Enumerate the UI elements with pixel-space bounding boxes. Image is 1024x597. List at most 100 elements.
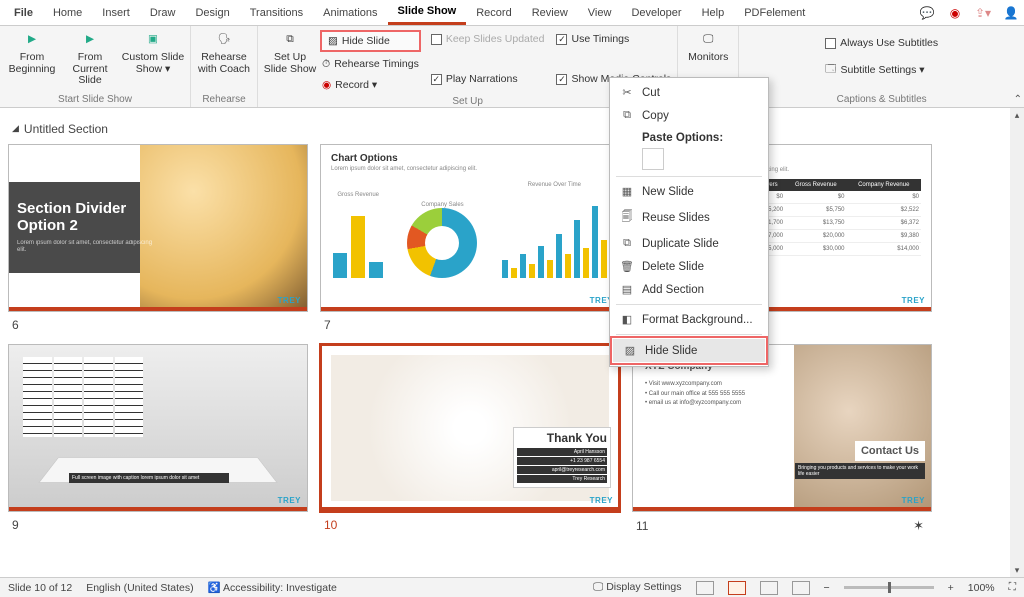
context-copy[interactable]: ⧉Copy: [610, 104, 768, 127]
group-set-up: Set Up: [452, 94, 483, 109]
cut-icon: ✂: [620, 86, 634, 99]
tab-view[interactable]: View: [578, 0, 622, 25]
template-logo: TREY: [902, 496, 925, 505]
format-bg-icon: ◧: [620, 313, 634, 326]
normal-view-button[interactable]: [696, 581, 714, 595]
setup-icon: ⧉: [280, 30, 300, 50]
zoom-out-button[interactable]: −: [824, 582, 830, 594]
slide-thumbnail-6[interactable]: Section Divider Option 2 Lorem ipsum dol…: [8, 144, 308, 312]
vertical-scrollbar[interactable]: ▴ ▾: [1010, 108, 1024, 577]
tab-record[interactable]: Record: [466, 0, 521, 25]
context-delete-slide[interactable]: 🗑Delete Slide: [610, 255, 768, 278]
slide-number: 11✶: [632, 512, 932, 546]
reuse-icon: 🗐: [620, 208, 634, 227]
rehearse-timings-button[interactable]: ⏱ Rehearse Timings: [320, 55, 421, 73]
slide-number: 7: [320, 312, 620, 344]
hide-slide-button[interactable]: ▨ Hide Slide: [320, 30, 421, 52]
group-start-slide-show: Start Slide Show: [58, 92, 132, 107]
keep-slides-updated-checkbox[interactable]: Keep Slides Updated: [429, 30, 547, 48]
hide-slide-icon: ▨: [328, 35, 338, 47]
monitor-icon: 🖵: [698, 30, 718, 50]
slide-thumbnail-11[interactable]: XYZ Company • Visit www.xyzcompany.com •…: [632, 344, 932, 512]
section-header[interactable]: ◢ Untitled Section: [12, 122, 1016, 136]
slide-number: 9: [8, 512, 308, 544]
zoom-in-button[interactable]: +: [948, 582, 954, 594]
template-logo: TREY: [590, 496, 613, 505]
zoom-slider[interactable]: [844, 586, 934, 589]
scroll-down-button[interactable]: ▾: [1010, 563, 1024, 577]
slide-thumbnail-9[interactable]: Full screen image with caption lorem ips…: [8, 344, 308, 512]
record-icon[interactable]: ◉: [946, 4, 964, 22]
coach-icon: 🗣: [214, 30, 234, 50]
slide-thumbnail-7[interactable]: Chart Options Lorem ipsum dolor sit amet…: [320, 144, 620, 312]
fit-to-window-button[interactable]: ⛶: [1009, 581, 1016, 594]
context-menu: ✂Cut ⧉Copy Paste Options: ▦New Slide 🗐Re…: [609, 77, 769, 367]
slideshow-view-button[interactable]: [792, 581, 810, 595]
context-reuse-slides[interactable]: 🗐Reuse Slides: [610, 203, 768, 232]
accessibility-icon: ♿: [208, 582, 221, 594]
checkbox-icon: [825, 38, 836, 49]
context-format-background[interactable]: ◧Format Background...: [610, 308, 768, 331]
display-settings-button[interactable]: 🖵 Display Settings: [593, 581, 681, 594]
slide-sorter-view-button[interactable]: [728, 581, 746, 595]
tab-insert[interactable]: Insert: [92, 0, 140, 25]
tab-draw[interactable]: Draw: [140, 0, 186, 25]
play-icon: ▶: [22, 30, 42, 50]
slide-number: 6: [8, 312, 308, 344]
tab-pdfelement[interactable]: PDFelement: [734, 0, 815, 25]
custom-show-icon: ▣: [143, 30, 163, 50]
tab-developer[interactable]: Developer: [621, 0, 691, 25]
context-new-slide[interactable]: ▦New Slide: [610, 180, 768, 203]
template-logo: TREY: [278, 496, 301, 505]
template-logo: TREY: [902, 296, 925, 305]
custom-slide-show-button[interactable]: ▣ Custom Slide Show ▾: [120, 28, 186, 77]
duplicate-icon: ⧉: [620, 237, 634, 250]
from-current-slide-button[interactable]: ▶ From Current Slide: [62, 28, 118, 89]
scroll-up-button[interactable]: ▴: [1010, 108, 1024, 122]
paste-option-button[interactable]: [642, 148, 664, 170]
group-captions-subtitles: Captions & Subtitles: [837, 92, 927, 107]
subtitle-settings-button[interactable]: 🗔 Subtitle Settings ▾: [823, 61, 940, 79]
checkbox-icon: ✓: [556, 34, 567, 45]
tab-home[interactable]: Home: [43, 0, 92, 25]
checkbox-icon: [431, 34, 442, 45]
rehearse-with-coach-button[interactable]: 🗣 Rehearse with Coach: [195, 28, 253, 77]
tab-design[interactable]: Design: [185, 0, 239, 25]
collapse-icon: ◢: [12, 123, 19, 134]
tab-animations[interactable]: Animations: [313, 0, 387, 25]
zoom-level[interactable]: 100%: [968, 582, 995, 594]
monitors-button[interactable]: 🖵 Monitors: [682, 28, 734, 66]
set-up-slide-show-button[interactable]: ⧉ Set Up Slide Show: [262, 28, 318, 77]
collapse-ribbon-button[interactable]: ⌃: [1014, 94, 1022, 105]
always-use-subtitles-checkbox[interactable]: Always Use Subtitles: [823, 34, 940, 52]
slide-sorter-view: ◢ Untitled Section Section Divider Optio…: [0, 108, 1024, 577]
context-hide-slide[interactable]: ▨Hide Slide: [613, 339, 765, 362]
tab-help[interactable]: Help: [692, 0, 735, 25]
tab-file[interactable]: File: [4, 0, 43, 25]
checkbox-icon: ✓: [431, 74, 442, 85]
ribbon: ▶ From Beginning ▶ From Current Slide ▣ …: [0, 26, 1024, 108]
tab-review[interactable]: Review: [522, 0, 578, 25]
record-button[interactable]: ◉ Record ▾: [320, 76, 421, 94]
reading-view-button[interactable]: [760, 581, 778, 595]
context-cut[interactable]: ✂Cut: [610, 81, 768, 104]
status-language[interactable]: English (United States): [86, 582, 193, 594]
share-icon[interactable]: ⇪▾: [974, 4, 992, 22]
template-logo: TREY: [278, 296, 301, 305]
delete-icon: 🗑: [620, 260, 634, 273]
from-beginning-button[interactable]: ▶ From Beginning: [4, 28, 60, 77]
status-accessibility[interactable]: ♿ Accessibility: Investigate: [208, 581, 337, 594]
context-add-section[interactable]: ▤Add Section: [610, 278, 768, 301]
play-narrations-checkbox[interactable]: ✓ Play Narrations: [429, 70, 547, 88]
comments-icon[interactable]: 💬: [918, 4, 936, 22]
tab-transitions[interactable]: Transitions: [240, 0, 313, 25]
context-paste-options-label: Paste Options:: [610, 127, 768, 146]
use-timings-checkbox[interactable]: ✓ Use Timings: [554, 30, 673, 48]
group-rehearse: Rehearse: [202, 92, 245, 107]
slide-thumbnail-10[interactable]: Thank You April Hansson +1 23 987 6554 a…: [320, 344, 620, 512]
record-dropdown-icon: ◉: [322, 79, 331, 91]
account-icon[interactable]: 👤: [1002, 4, 1020, 22]
context-duplicate-slide[interactable]: ⧉Duplicate Slide: [610, 232, 768, 255]
tab-slide-show[interactable]: Slide Show: [388, 0, 467, 25]
slide-number: 10: [320, 512, 620, 544]
